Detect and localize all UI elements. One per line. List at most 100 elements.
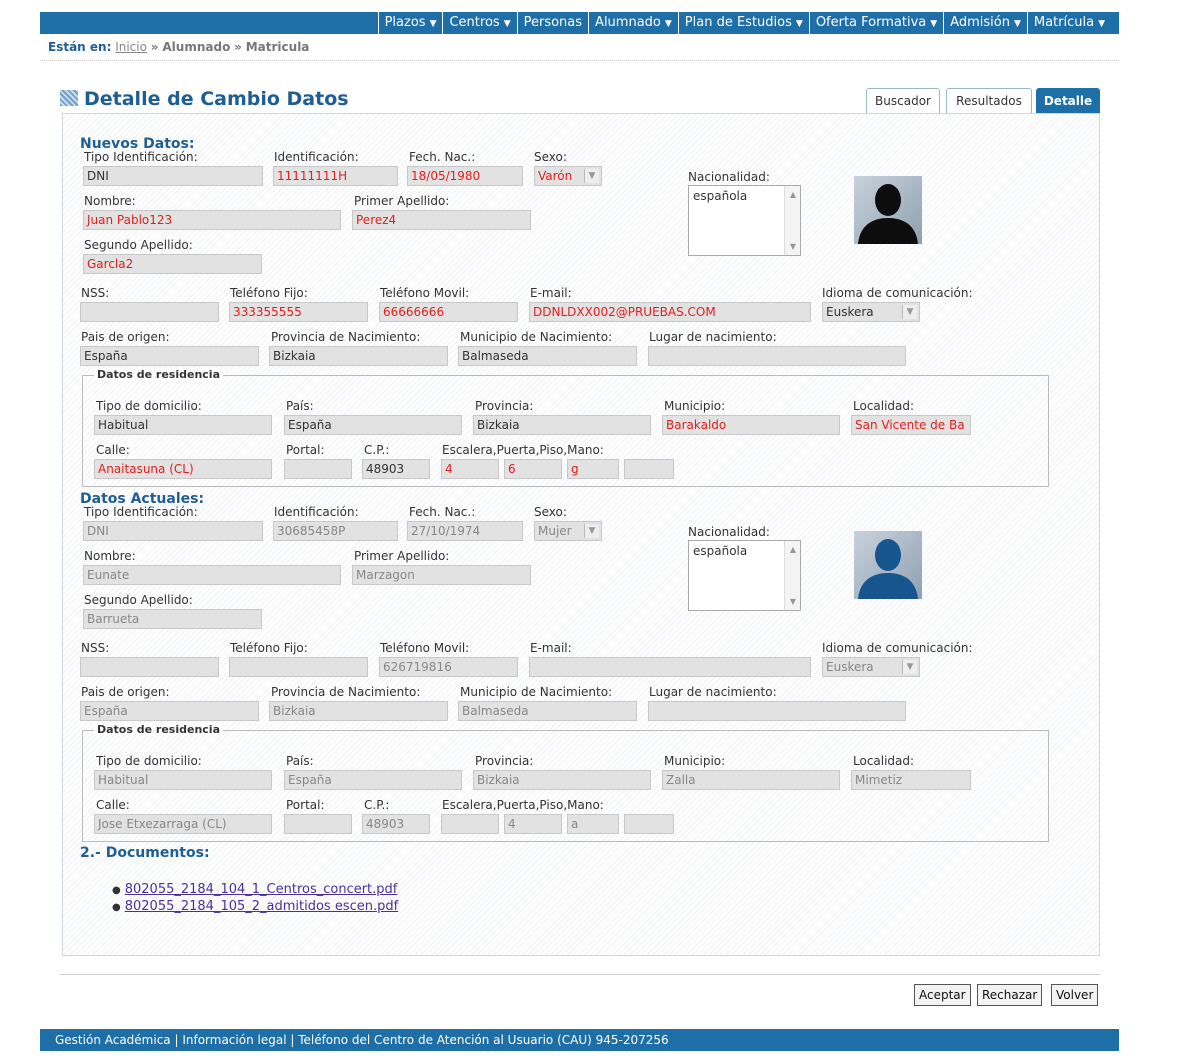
municipio-nacimiento-label: Municipio de Nacimiento: xyxy=(460,330,613,344)
bullet-icon: ● xyxy=(112,902,121,913)
pais-field: España xyxy=(284,415,462,435)
idioma-select: Euskera ▼ xyxy=(822,657,920,677)
provincia-label: Provincia: xyxy=(475,754,534,768)
avatar-photo xyxy=(854,176,922,244)
documents-list: ● 802055_2184_104_1_Centros_concert.pdf ●… xyxy=(112,882,398,916)
telefono-movil-field: 66666666 xyxy=(379,302,518,322)
telefono-movil-label: Teléfono Movil: xyxy=(380,286,470,300)
email-label: E-mail: xyxy=(530,641,572,655)
provincia-nacimiento-label: Provincia de Nacimiento: xyxy=(271,685,421,699)
user-silhouette-icon xyxy=(854,531,922,599)
pais-origen-field: España xyxy=(80,346,259,366)
chevron-down-icon: ▼ xyxy=(664,19,672,29)
lugar-nacimiento-field xyxy=(648,701,906,721)
idioma-select: Euskera ▼ xyxy=(822,302,920,322)
segundo-apellido-field: Garcla2 xyxy=(83,254,262,274)
nav-item-label: Plan de Estudios xyxy=(684,15,792,30)
localidad-field: Mimetiz xyxy=(851,770,971,790)
tipo-domicilio-label: Tipo de domicilio: xyxy=(96,754,202,768)
nss-label: NSS: xyxy=(81,286,110,300)
scroll-down-icon: ▼ xyxy=(789,597,796,606)
segundo-apellido-label: Segundo Apellido: xyxy=(84,238,193,252)
piso-field: a xyxy=(567,814,619,834)
breadcrumb-divider xyxy=(40,60,1119,61)
document-link[interactable]: 802055_2184_105_2_admitidos escen.pdf xyxy=(125,899,398,914)
nav-item-personas[interactable]: Personas xyxy=(516,12,588,34)
escalera-field: 4 xyxy=(441,459,499,479)
nav-item-centros[interactable]: Centros ▼ xyxy=(442,12,516,34)
calle-field: Anaitasuna (CL) xyxy=(94,459,272,479)
chevron-down-icon: ▼ xyxy=(584,524,599,538)
nav-item-label: Oferta Formativa xyxy=(815,15,927,30)
actions-divider xyxy=(60,974,1100,975)
breadcrumb-home-link[interactable]: Inicio xyxy=(115,40,147,54)
puerta-field: 6 xyxy=(504,459,562,479)
bullet-icon: ● xyxy=(112,885,121,896)
nav-item-plan-de-estudios[interactable]: Plan de Estudios ▼ xyxy=(677,12,809,34)
tab-buscador[interactable]: Buscador xyxy=(866,88,940,114)
primer-apellido-field: Marzagon xyxy=(352,565,531,585)
municipio-nacimiento-field: Balmaseda xyxy=(458,701,637,721)
nacionalidad-listbox: española ▲ ▼ xyxy=(688,540,801,611)
tipo-identificacion-field: DNI xyxy=(83,166,263,186)
calle-field: Jose Etxezarraga (CL) xyxy=(94,814,272,834)
escalera-label: Escalera,Puerta,Piso,Mano: xyxy=(442,798,604,812)
volver-button[interactable]: Volver xyxy=(1051,984,1099,1006)
chevron-down-icon: ▼ xyxy=(1098,19,1105,29)
nacionalidad-value: española xyxy=(693,544,748,558)
breadcrumb-separator: » xyxy=(234,40,242,54)
lugar-nacimiento-label: Lugar de nacimiento: xyxy=(649,685,777,699)
rechazar-button[interactable]: Rechazar xyxy=(977,984,1043,1006)
scroll-up-icon: ▲ xyxy=(789,545,796,554)
nav-item-matrícula[interactable]: Matrícula ▼ xyxy=(1026,12,1111,34)
localidad-label: Localidad: xyxy=(853,399,915,413)
nacionalidad-label: Nacionalidad: xyxy=(688,525,770,539)
email-label: E-mail: xyxy=(530,286,572,300)
fecha-nacimiento-field: 18/05/1980 xyxy=(407,166,523,186)
lugar-nacimiento-label: Lugar de nacimiento: xyxy=(649,330,777,344)
breadcrumb-level-matricula: Matricula xyxy=(245,40,310,54)
residencia-legend: Datos de residencia xyxy=(94,723,223,736)
nav-item-oferta-formativa[interactable]: Oferta Formativa ▼ xyxy=(808,12,943,34)
nombre-label: Nombre: xyxy=(84,194,136,208)
provincia-field: Bizkaia xyxy=(473,770,651,790)
tab-resultados[interactable]: Resultados xyxy=(946,88,1032,114)
idioma-value: Euskera xyxy=(826,660,874,674)
sexo-select: Varón ▼ xyxy=(534,166,602,186)
avatar-photo xyxy=(854,531,922,599)
mano-field xyxy=(624,814,674,834)
fecha-nacimiento-field: 27/10/1974 xyxy=(407,521,523,541)
nss-field xyxy=(80,657,219,677)
portal-field xyxy=(284,459,352,479)
tab-detalle[interactable]: Detalle xyxy=(1036,88,1100,114)
pais-label: País: xyxy=(286,399,314,413)
identificacion-label: Identificación: xyxy=(274,505,359,519)
municipio-nacimiento-field: Balmaseda xyxy=(458,346,637,366)
primer-apellido-field: Perez4 xyxy=(352,210,531,230)
municipio-label: Municipio: xyxy=(664,399,726,413)
nss-label: NSS: xyxy=(81,641,110,655)
aceptar-button[interactable]: Aceptar xyxy=(914,984,971,1006)
municipio-field: Zalla xyxy=(662,770,840,790)
document-link[interactable]: 802055_2184_104_1_Centros_concert.pdf xyxy=(125,882,398,897)
cp-field: 48903 xyxy=(362,814,430,834)
email-field: DDNLDXX002@PRUEBAS.COM xyxy=(529,302,811,322)
segundo-apellido-label: Segundo Apellido: xyxy=(84,593,193,607)
chevron-down-icon: ▼ xyxy=(584,169,599,183)
identificacion-field: 11111111H xyxy=(273,166,398,186)
fecha-nacimiento-label: Fech. Nac.: xyxy=(409,150,476,164)
nav-item-alumnado[interactable]: Alumnado ▼ xyxy=(588,12,678,34)
sexo-value: Varón xyxy=(538,169,573,183)
tipo-domicilio-field: Habitual xyxy=(94,770,272,790)
tipo-domicilio-label: Tipo de domicilio: xyxy=(96,399,202,413)
nav-item-admisión[interactable]: Admisión ▼ xyxy=(943,12,1027,34)
nav-item-plazos[interactable]: Plazos ▼ xyxy=(377,12,443,34)
breadcrumb-separator: » xyxy=(150,40,159,54)
provincia-label: Provincia: xyxy=(475,399,534,413)
segundo-apellido-field: Barrueta xyxy=(83,609,262,629)
sexo-label: Sexo: xyxy=(534,150,567,164)
page-title: Detalle de Cambio Datos xyxy=(60,88,349,110)
lugar-nacimiento-field xyxy=(648,346,906,366)
breadcrumb-level-alumnado: Alumnado xyxy=(162,40,231,54)
sexo-value: Mujer xyxy=(538,524,572,538)
